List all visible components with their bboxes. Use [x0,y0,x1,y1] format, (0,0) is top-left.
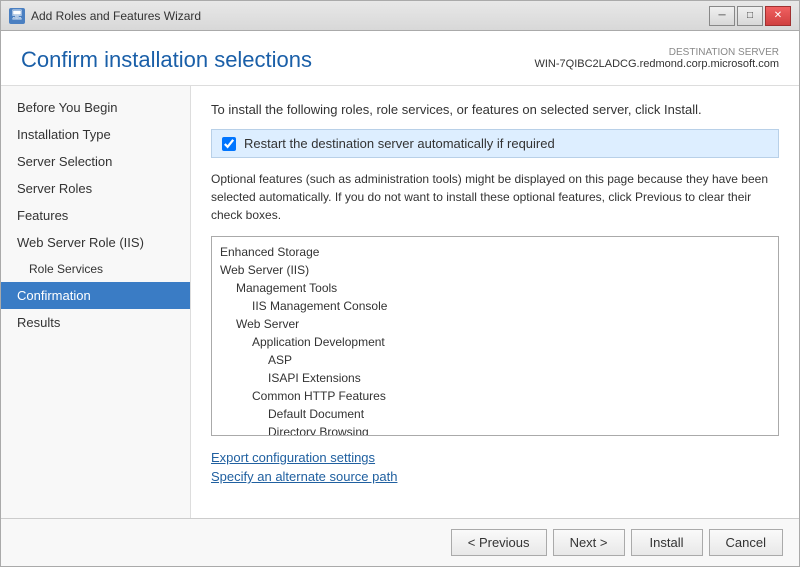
next-button[interactable]: Next > [553,529,625,556]
alternate-source-link[interactable]: Specify an alternate source path [211,469,779,484]
destination-label: DESTINATION SERVER [534,47,779,58]
install-description: To install the following roles, role ser… [211,102,779,117]
sidebar-item-role-services[interactable]: Role Services [1,256,190,282]
sidebar-item-installation-type[interactable]: Installation Type [1,121,190,148]
sidebar-item-confirmation[interactable]: Confirmation [1,282,190,309]
window-icon: 🖥 [9,8,25,24]
window-title: Add Roles and Features Wizard [31,9,201,23]
destination-name: WIN-7QIBC2LADCG.redmond.corp.microsoft.c… [534,58,779,70]
features-list-box[interactable]: Enhanced StorageWeb Server (IIS)Manageme… [211,236,779,436]
sidebar-item-web-server-role-iis[interactable]: Web Server Role (IIS) [1,229,190,256]
restart-checkbox[interactable] [222,137,236,151]
header-section: Confirm installation selections DESTINAT… [1,31,799,86]
title-bar-controls: ─ □ ✕ [709,6,791,26]
close-button[interactable]: ✕ [765,6,791,26]
feature-item: Directory Browsing [212,423,778,436]
restart-label: Restart the destination server automatic… [244,136,555,151]
sidebar-item-server-roles[interactable]: Server Roles [1,175,190,202]
minimize-button[interactable]: ─ [709,6,735,26]
main-content: Before You BeginInstallation TypeServer … [1,86,799,518]
page-title: Confirm installation selections [21,47,312,73]
content-area: To install the following roles, role ser… [191,86,799,518]
title-bar: 🖥 Add Roles and Features Wizard ─ □ ✕ [1,1,799,31]
feature-item: Management Tools [212,279,778,297]
feature-item: Common HTTP Features [212,387,778,405]
feature-item: ISAPI Extensions [212,369,778,387]
export-config-link[interactable]: Export configuration settings [211,450,779,465]
sidebar-item-server-selection[interactable]: Server Selection [1,148,190,175]
feature-item: Enhanced Storage [212,243,778,261]
optional-note: Optional features (such as administratio… [211,170,779,224]
feature-item: Application Development [212,333,778,351]
feature-item: ASP [212,351,778,369]
restore-button[interactable]: □ [737,6,763,26]
footer: < Previous Next > Install Cancel [1,518,799,566]
cancel-button[interactable]: Cancel [709,529,783,556]
feature-item: Web Server (IIS) [212,261,778,279]
sidebar-item-before-you-begin[interactable]: Before You Begin [1,94,190,121]
install-button[interactable]: Install [631,529,703,556]
wizard-window: 🖥 Add Roles and Features Wizard ─ □ ✕ Co… [0,0,800,567]
sidebar: Before You BeginInstallation TypeServer … [1,86,191,518]
feature-item: IIS Management Console [212,297,778,315]
links-section: Export configuration settings Specify an… [211,450,779,484]
restart-checkbox-row[interactable]: Restart the destination server automatic… [211,129,779,158]
feature-item: Web Server [212,315,778,333]
sidebar-item-features[interactable]: Features [1,202,190,229]
sidebar-item-results[interactable]: Results [1,309,190,336]
feature-item: Default Document [212,405,778,423]
title-bar-left: 🖥 Add Roles and Features Wizard [9,8,201,24]
destination-server-info: DESTINATION SERVER WIN-7QIBC2LADCG.redmo… [534,47,779,70]
previous-button[interactable]: < Previous [451,529,547,556]
